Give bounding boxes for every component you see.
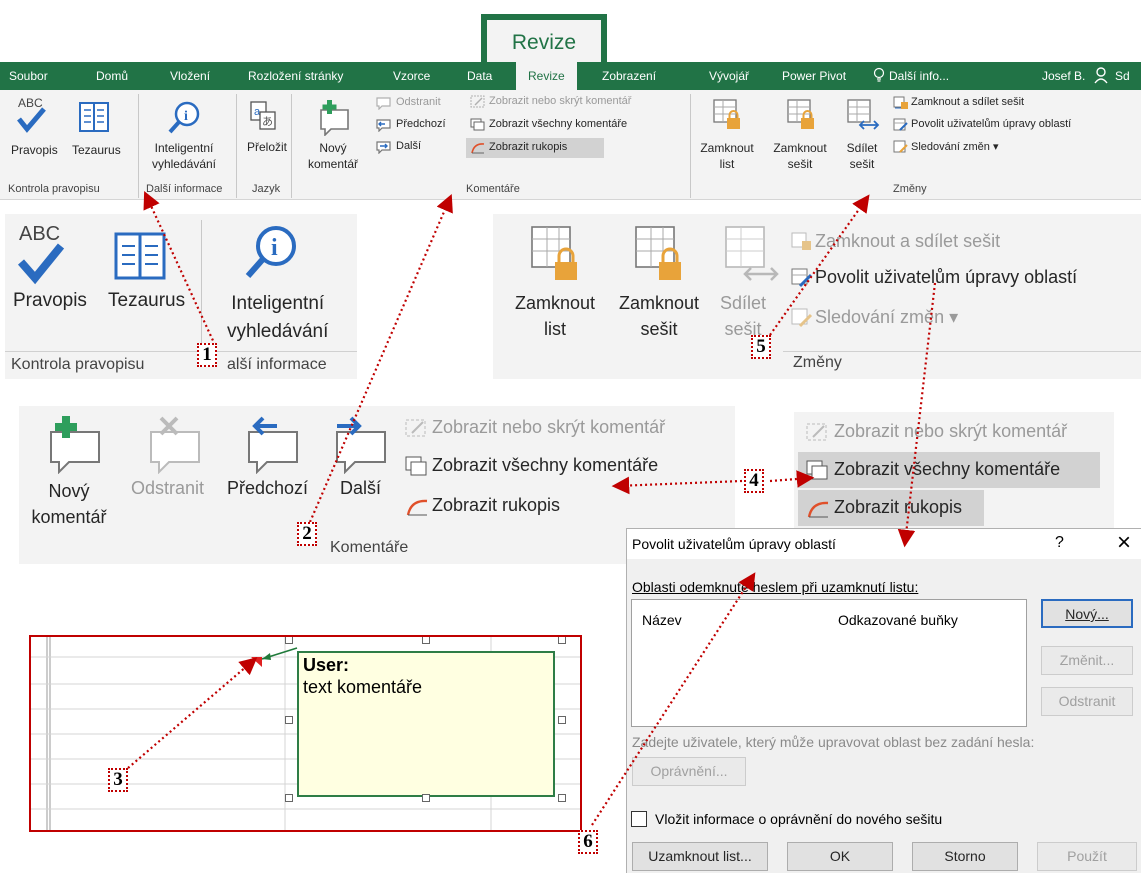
callout-arrow-1	[143, 191, 216, 346]
callout-number-5: 5	[751, 335, 771, 359]
callout-arrows	[127, 191, 937, 826]
callout-number-4: 4	[744, 469, 764, 493]
callout-number-6: 6	[578, 830, 598, 854]
callout-arrow-4b	[769, 470, 815, 488]
callout-arrow-2	[308, 193, 453, 523]
callout-arrow-3	[127, 657, 258, 769]
callout-number-3: 3	[108, 768, 128, 792]
callout-number-1: 1	[197, 343, 217, 367]
callout-arrow-4a	[611, 476, 743, 495]
callout-number-2: 2	[297, 522, 317, 546]
callout-arrow-5	[769, 194, 870, 336]
callout-arrow-6	[591, 572, 756, 826]
callout-arrow-5b	[897, 282, 937, 548]
